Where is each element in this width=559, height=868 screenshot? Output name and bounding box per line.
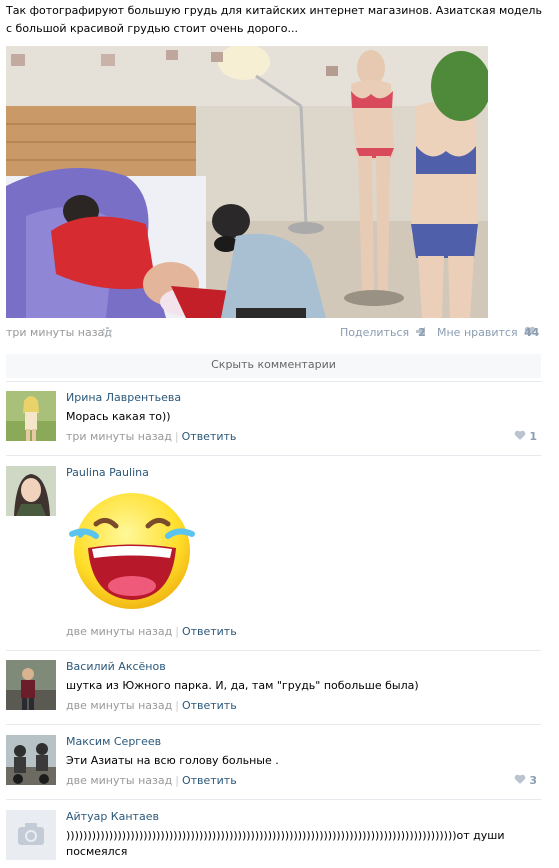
comment-time[interactable]: две минуты назад — [66, 699, 172, 712]
avatar-image — [6, 391, 56, 441]
comment-author[interactable]: Василий Аксёнов — [66, 660, 166, 673]
gear-icon[interactable] — [102, 327, 112, 337]
heart-icon — [515, 774, 526, 784]
comment-like-count: 3 — [529, 774, 537, 787]
avatar[interactable] — [6, 391, 56, 441]
avatar-image — [6, 735, 56, 785]
reply-button[interactable]: Ответить — [182, 430, 237, 443]
post-footer: три минуты назад Поделиться 2 Мне нравит… — [6, 326, 541, 342]
comment-author[interactable]: Ирина Лаврентьева — [66, 391, 181, 404]
heart-icon — [515, 430, 526, 440]
comment-time[interactable]: три минуты назад — [66, 430, 172, 443]
divider — [6, 724, 541, 725]
divider — [6, 650, 541, 651]
comment-meta: две минуты назад | Ответить — [66, 774, 237, 787]
post-photo[interactable] — [6, 46, 488, 318]
separator: | — [174, 430, 179, 443]
like-count: 44 — [524, 326, 540, 339]
comment-time[interactable]: две минуты назад — [66, 774, 172, 787]
post-text: Так фотографируют большую грудь для кита… — [6, 4, 542, 35]
post-photo-image — [6, 46, 488, 318]
reply-button[interactable]: Ответить — [182, 774, 237, 787]
comment-text: ))))))))))))))))))))))))))))))))))))))))… — [66, 829, 505, 858]
comment-meta: две минуты назад | Ответить — [66, 699, 237, 712]
comment-item: Paulina Paulina две минуты назад | Ответит… — [6, 466, 541, 646]
comment-item: Айтуар Кантаев )))))))))))))))))))))))))… — [6, 810, 541, 866]
camera-icon — [6, 810, 56, 860]
comment-item: Максим Сергеев Эти Азиаты на всю голову … — [6, 735, 541, 795]
avatar[interactable] — [6, 466, 56, 516]
comment-text: Морась какая то)) — [66, 410, 171, 423]
avatar-image — [6, 466, 56, 516]
reply-button[interactable]: Ответить — [182, 625, 237, 638]
laughing-emoji-icon — [69, 493, 195, 609]
separator: | — [175, 774, 179, 787]
share-label: Поделиться — [340, 326, 410, 339]
comment-text: шутка из Южного парка. И, да, там "грудь… — [66, 679, 419, 692]
comment-author[interactable]: Максим Сергеев — [66, 735, 161, 748]
share-count: 2 — [418, 326, 426, 339]
comment-like-button[interactable]: 3 — [514, 774, 537, 787]
post-time[interactable]: три минуты назад — [6, 326, 112, 339]
avatar[interactable] — [6, 810, 56, 860]
avatar-image — [6, 660, 56, 710]
comment-like-count: 1 — [529, 430, 537, 443]
comment-meta: две минуты назад | Ответить — [66, 625, 237, 638]
comment-like-button[interactable]: 1 — [514, 430, 537, 443]
comment-time[interactable]: две минуты назад — [66, 625, 172, 638]
divider — [6, 381, 541, 382]
divider — [6, 799, 541, 800]
comment-author[interactable]: Айтуар Кантаев — [66, 810, 159, 823]
reply-button[interactable]: Ответить — [182, 699, 237, 712]
comment-meta: три минуты назад | Ответить — [66, 430, 236, 443]
avatar[interactable] — [6, 660, 56, 710]
like-label: Мне нравится — [437, 326, 518, 339]
separator: | — [175, 699, 179, 712]
avatar[interactable] — [6, 735, 56, 785]
share-button[interactable]: Поделиться — [340, 326, 427, 339]
comment-text: Эти Азиаты на всю голову больные . — [66, 754, 279, 767]
separator: | — [175, 625, 179, 638]
comment-author[interactable]: Paulina Paulina — [66, 466, 149, 479]
laughing-emoji-sticker — [66, 486, 198, 616]
comment-item: Василий Аксёнов шутка из Южного парка. И… — [6, 660, 541, 720]
hide-comments-button[interactable]: Скрыть комментарии — [6, 354, 541, 378]
comment-item: Ирина Лаврентьева Морась какая то)) три … — [6, 391, 541, 453]
divider — [6, 455, 541, 456]
